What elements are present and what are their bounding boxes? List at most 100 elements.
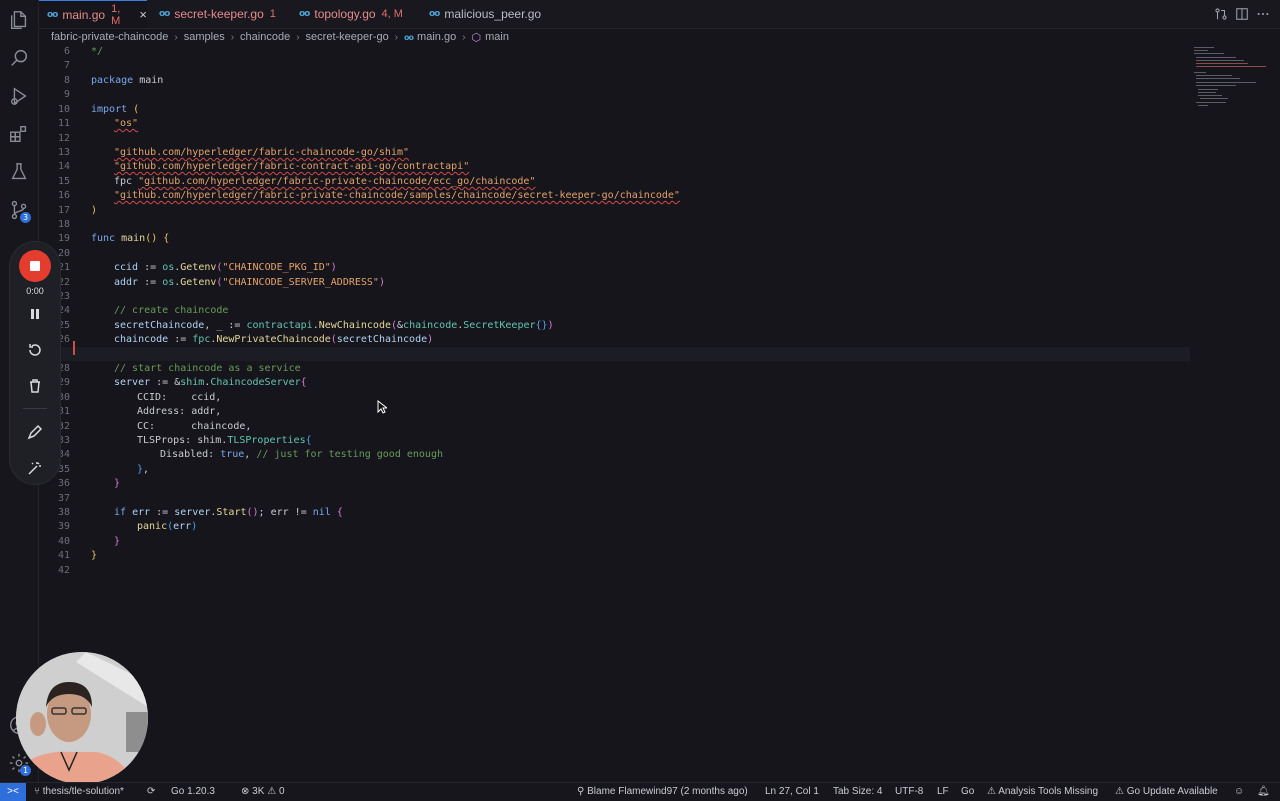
go-version-status[interactable]: Go 1.20.3: [171, 785, 215, 799]
stop-recording-button[interactable]: [19, 250, 51, 282]
open-changes-icon[interactable]: [1214, 7, 1228, 21]
line-number: 37: [40, 492, 1190, 506]
warning-icon: ⚠: [267, 786, 277, 797]
trash-icon[interactable]: [26, 377, 44, 395]
code-line[interactable]: }: [40, 535, 1190, 549]
code-line[interactable]: // create chaincode: [40, 304, 1190, 318]
breadcrumb-item[interactable]: fabric-private-chaincode: [51, 31, 168, 43]
language-status[interactable]: Go: [961, 785, 974, 799]
line-number: 12: [40, 132, 1190, 146]
tab-main-go[interactable]: oo main.go 1, M ×: [39, 0, 147, 28]
tab-label: topology.go: [314, 7, 376, 21]
analysis-tools-status[interactable]: ⚠ Analysis Tools Missing: [987, 785, 1098, 799]
commit-icon: ⚲: [577, 786, 585, 797]
notifications-bell-icon[interactable]: 🔔︎: [1257, 785, 1270, 799]
breadcrumb-item[interactable]: chaincode: [240, 31, 290, 43]
code-line[interactable]: package main: [40, 74, 1190, 88]
code-line[interactable]: CCID: ccid,: [40, 391, 1190, 405]
code-line[interactable]: addr := os.Getenv("CHAINCODE_SERVER_ADDR…: [40, 276, 1190, 290]
code-line[interactable]: "os": [40, 117, 1190, 131]
breadcrumb-item[interactable]: secret-keeper-go: [306, 31, 389, 43]
chevron-right-icon: ›: [296, 31, 300, 43]
go-file-icon: oo: [159, 9, 170, 19]
code-line[interactable]: import (: [40, 103, 1190, 117]
code-line[interactable]: func main() {: [40, 232, 1190, 246]
go-file-icon: oo: [47, 9, 58, 20]
code-line[interactable]: Address: addr,: [40, 405, 1190, 419]
source-control-badge: 3: [20, 212, 31, 223]
problems-status[interactable]: ⊗ 3K ⚠ 0: [241, 785, 285, 799]
tab-topology-go[interactable]: oo topology.go 4, M: [291, 0, 419, 28]
search-icon[interactable]: [8, 47, 30, 69]
line-number-label: 42: [57, 565, 70, 576]
webcam-person-image: [16, 652, 148, 784]
code-line[interactable]: Disabled: true, // just for testing good…: [40, 448, 1190, 462]
chevron-right-icon: ›: [462, 31, 466, 43]
go-update-status[interactable]: ⚠ Go Update Available: [1115, 785, 1218, 799]
remote-indicator[interactable]: ><: [0, 783, 26, 801]
code-line[interactable]: secretChaincode, _ := contractapi.NewCha…: [40, 319, 1190, 333]
pen-icon[interactable]: [26, 423, 44, 441]
warning-icon: ⚠: [1115, 786, 1124, 797]
change-marker: [73, 341, 75, 355]
go-file-icon: oo: [299, 9, 310, 19]
minimap[interactable]: [1190, 45, 1268, 125]
encoding-status[interactable]: UTF-8: [895, 785, 923, 799]
extensions-icon[interactable]: [8, 123, 30, 145]
code-line[interactable]: "github.com/hyperledger/fabric-chaincode…: [40, 146, 1190, 160]
code-line[interactable]: CC: chaincode,: [40, 420, 1190, 434]
chevron-right-icon: ›: [230, 31, 235, 43]
code-line[interactable]: // start chaincode as a service: [40, 362, 1190, 376]
breadcrumb: fabric-private-chaincode › samples › chain…: [51, 29, 509, 45]
more-actions-icon[interactable]: [1256, 7, 1270, 21]
restart-icon[interactable]: [26, 341, 44, 359]
current-code-line[interactable]: [40, 347, 1190, 361]
chevron-right-icon: ›: [174, 31, 178, 43]
warning-icon: ⚠: [987, 786, 996, 797]
tab-label: main.go: [62, 7, 106, 22]
tab-status: 1: [269, 8, 276, 20]
tab-secret-keeper-go[interactable]: oo secret-keeper.go 1: [151, 0, 289, 28]
code-line[interactable]: ccid := os.Getenv("CHAINCODE_PKG_ID"): [40, 261, 1190, 275]
code-line[interactable]: }: [40, 549, 1190, 563]
code-line[interactable]: fpc "github.com/hyperledger/fabric-priva…: [40, 175, 1190, 189]
line-number: 23: [40, 290, 1190, 304]
breadcrumb-item[interactable]: main: [485, 31, 509, 43]
tab-label: secret-keeper.go: [174, 7, 264, 21]
sync-icon[interactable]: ⟳: [147, 785, 155, 799]
eol-status[interactable]: LF: [937, 785, 949, 799]
status-bar: >< ⑂ thesis/tle-solution* ⟳ Go 1.20.3 ⊗ …: [0, 782, 1280, 801]
chevron-right-icon: ›: [394, 31, 399, 43]
code-line[interactable]: panic(err): [40, 520, 1190, 534]
code-line[interactable]: }: [40, 477, 1190, 491]
code-line[interactable]: "github.com/hyperledger/fabric-private-c…: [40, 189, 1190, 203]
code-line[interactable]: if err := server.Start(); err != nil {: [40, 506, 1190, 520]
testing-flask-icon[interactable]: [8, 161, 30, 183]
close-icon[interactable]: ×: [139, 7, 147, 22]
tab-size-status[interactable]: Tab Size: 4: [833, 785, 882, 799]
tab-status: 1, M: [111, 2, 121, 27]
line-number-label: 37: [57, 493, 70, 504]
code-line[interactable]: "github.com/hyperledger/fabric-contract-…: [40, 160, 1190, 174]
feedback-icon[interactable]: ☺: [1234, 785, 1244, 799]
pause-icon[interactable]: [26, 305, 44, 323]
breadcrumb-item[interactable]: samples: [184, 31, 225, 43]
blame-status[interactable]: ⚲ Blame Flamewind97 (2 months ago): [577, 785, 748, 799]
effects-icon[interactable]: [26, 459, 44, 477]
run-debug-icon[interactable]: [8, 85, 30, 107]
tab-status: 4, M: [381, 8, 403, 20]
code-line[interactable]: TLSProps: shim.TLSProperties{: [40, 434, 1190, 448]
tab-malicious-peer-go[interactable]: oo malicious_peer.go: [421, 0, 541, 28]
code-editor[interactable]: 6789101112131415161718192021222324252627…: [40, 45, 1190, 782]
split-editor-icon[interactable]: [1235, 7, 1249, 21]
go-file-icon: oo: [404, 32, 414, 42]
code-line[interactable]: },: [40, 463, 1190, 477]
code-line[interactable]: */: [40, 45, 1190, 59]
explorer-icon[interactable]: [8, 9, 30, 31]
code-line[interactable]: ): [40, 204, 1190, 218]
code-line[interactable]: chaincode := fpc.NewPrivateChaincode(sec…: [40, 333, 1190, 347]
branch-status[interactable]: ⑂ thesis/tle-solution*: [34, 785, 124, 799]
code-line[interactable]: server := &shim.ChaincodeServer{: [40, 376, 1190, 390]
cursor-position-status[interactable]: Ln 27, Col 1: [765, 785, 819, 799]
breadcrumb-item[interactable]: main.go: [417, 31, 456, 43]
